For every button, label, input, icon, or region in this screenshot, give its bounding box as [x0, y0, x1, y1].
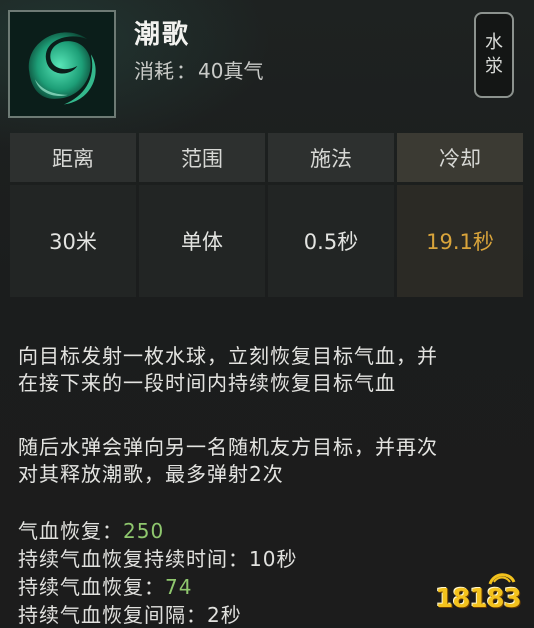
- effect-label: 持续气血恢复间隔：: [18, 603, 207, 627]
- water-swirl-icon: [8, 10, 116, 118]
- effect-value: 2秒: [207, 603, 242, 627]
- effect-label: 持续气血恢复：: [18, 575, 165, 599]
- site-watermark-logo: 18183: [428, 570, 528, 618]
- description-line: 随后水弹会弹向另一名随机友方目标，并再次: [18, 435, 438, 459]
- stat-value-cooldown: 19.1秒: [397, 185, 523, 297]
- effect-hot-duration: 持续气血恢复持续时间：10秒: [18, 543, 297, 572]
- watermark-text: 18183: [435, 584, 521, 614]
- effect-hot-heal: 持续气血恢复：74: [18, 571, 192, 600]
- element-badge: 水 泶: [474, 12, 514, 98]
- skill-tooltip-panel: 潮歌 消耗： 40真气 水 泶 距离 范围 施法 冷却 30米 单体 0.5秒 1…: [0, 0, 534, 627]
- stat-header-cooldown: 冷却: [397, 133, 523, 182]
- effect-value: 74: [165, 575, 193, 599]
- description-line: 在接下来的一段时间内持续恢复目标气血: [18, 371, 396, 395]
- stat-value-range: 30米: [10, 185, 136, 297]
- cost-label: 消耗: [134, 59, 174, 83]
- stat-value-area: 单体: [139, 185, 265, 297]
- skill-cost: 消耗： 40真气: [134, 55, 263, 84]
- effect-value: 10秒: [249, 547, 298, 571]
- cost-separator: ：: [176, 59, 196, 83]
- description-line: 对其释放潮歌，最多弹射2次: [18, 462, 284, 486]
- element-char-2: 泶: [485, 56, 503, 77]
- effect-value: 250: [123, 519, 165, 543]
- stat-value-cast: 0.5秒: [268, 185, 394, 297]
- description-line: 向目标发射一枚水球，立刻恢复目标气血，并: [18, 344, 438, 368]
- description-paragraph-1: 向目标发射一枚水球，立刻恢复目标气血，并 在接下来的一段时间内持续恢复目标气血: [18, 343, 518, 397]
- stat-header-area: 范围: [139, 133, 265, 182]
- skill-name: 潮歌: [134, 20, 191, 50]
- stat-header-cast: 施法: [268, 133, 394, 182]
- description-paragraph-2: 随后水弹会弹向另一名随机友方目标，并再次 对其释放潮歌，最多弹射2次: [18, 434, 518, 488]
- stats-table: 距离 范围 施法 冷却 30米 单体 0.5秒 19.1秒: [10, 133, 526, 297]
- stat-header-range: 距离: [10, 133, 136, 182]
- effect-label: 气血恢复：: [18, 519, 123, 543]
- cost-value: 40真气: [198, 59, 264, 83]
- element-char-1: 水: [485, 32, 503, 53]
- effect-label: 持续气血恢复持续时间：: [18, 547, 249, 571]
- effect-heal: 气血恢复：250: [18, 515, 164, 544]
